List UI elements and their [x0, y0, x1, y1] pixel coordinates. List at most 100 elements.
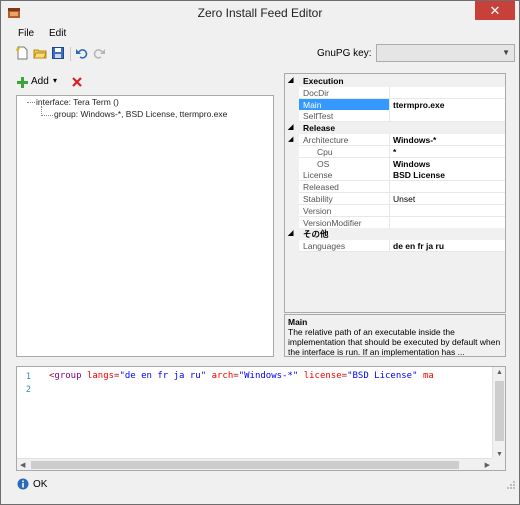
property-grid[interactable]: ◢ Execution DocDir Main ttermpro.exe SelfTest…: [284, 73, 506, 313]
collapse-icon: ◢: [285, 134, 299, 146]
property-name[interactable]: SelfTest: [299, 110, 389, 123]
collapse-icon[interactable]: ◢: [288, 122, 293, 134]
property-row[interactable]: OS Windows: [285, 157, 505, 170]
property-name[interactable]: Released: [299, 181, 389, 194]
property-name[interactable]: Version: [299, 204, 389, 217]
property-value[interactable]: [389, 216, 505, 229]
row-gutter: [285, 240, 299, 253]
tree-node-interface[interactable]: interface: Tera Term (): [36, 97, 119, 107]
redo-icon[interactable]: [92, 46, 106, 60]
tree-node-group[interactable]: group: Windows-*, BSD License, ttermpro.…: [54, 109, 227, 119]
code-token: ma: [422, 371, 434, 381]
property-value[interactable]: [389, 86, 505, 99]
description-text: The relative path of an executable insid…: [288, 327, 501, 357]
status-text: OK: [33, 479, 48, 490]
property-name[interactable]: Cpu: [299, 145, 389, 158]
property-row[interactable]: SelfTest: [285, 110, 505, 123]
code-token: arch: [211, 371, 234, 381]
property-row[interactable]: Stability Unset: [285, 193, 505, 205]
open-folder-icon[interactable]: [33, 46, 47, 60]
save-icon[interactable]: [51, 46, 65, 60]
property-name[interactable]: Main: [299, 98, 389, 111]
row-gutter: [285, 98, 299, 111]
property-category[interactable]: ◢ その他: [285, 228, 505, 241]
property-name[interactable]: Stability: [299, 193, 389, 205]
row-gutter: [285, 216, 299, 229]
info-icon: [17, 478, 29, 490]
property-row[interactable]: License BSD License: [285, 169, 505, 182]
collapse-icon[interactable]: ◢: [288, 75, 293, 87]
property-value[interactable]: [389, 181, 505, 194]
line-number: 1: [25, 372, 31, 382]
property-row[interactable]: ◢ Architecture Windows-*: [285, 134, 505, 146]
property-category[interactable]: ◢ Execution: [285, 75, 505, 87]
undo-icon[interactable]: [75, 46, 89, 60]
gnupg-key-select[interactable]: ▼: [376, 44, 515, 62]
resize-grip-icon[interactable]: [506, 480, 516, 490]
row-gutter: [285, 193, 299, 205]
property-name[interactable]: OS: [299, 157, 389, 170]
tree-connector: [27, 102, 35, 103]
property-value[interactable]: Unset: [389, 193, 505, 205]
delete-icon[interactable]: [71, 76, 83, 88]
plus-icon: [17, 77, 28, 88]
collapse-icon[interactable]: ◢: [288, 228, 293, 240]
add-button[interactable]: Add ▾: [16, 75, 66, 91]
row-gutter: [285, 169, 299, 182]
row-gutter: [285, 145, 299, 158]
scroll-down-icon[interactable]: ▼: [496, 451, 503, 458]
scrollbar-thumb[interactable]: [495, 381, 504, 441]
vertical-scrollbar[interactable]: ▲ ▼: [492, 367, 505, 460]
row-gutter: [285, 181, 299, 194]
property-category[interactable]: ◢ Release: [285, 122, 505, 135]
scroll-up-icon[interactable]: ▲: [496, 369, 503, 376]
code-token: "Windows-*": [238, 371, 299, 381]
property-value[interactable]: Windows-*: [389, 134, 505, 146]
property-name[interactable]: Architecture: [299, 134, 389, 146]
add-button-label: Add: [31, 76, 49, 87]
property-value[interactable]: de en fr ja ru: [389, 240, 505, 253]
property-value[interactable]: [389, 110, 505, 123]
new-file-icon[interactable]: [15, 46, 29, 60]
menu-edit[interactable]: Edit: [49, 27, 66, 41]
property-name[interactable]: DocDir: [299, 86, 389, 99]
title-bar: Zero Install Feed Editor ✕: [1, 1, 519, 25]
toolbar-separator: [70, 47, 71, 61]
property-value[interactable]: ttermpro.exe: [389, 98, 505, 111]
scroll-right-icon[interactable]: ▶: [485, 461, 490, 469]
scrollbar-thumb[interactable]: [31, 461, 459, 469]
code-token: langs: [86, 371, 115, 381]
property-value[interactable]: BSD License: [389, 169, 505, 182]
property-value[interactable]: *: [389, 145, 505, 158]
description-title: Main: [288, 317, 308, 327]
menu-file[interactable]: File: [18, 27, 34, 41]
feed-tree[interactable]: interface: Tera Term () group: Windows-*…: [16, 95, 274, 357]
window-title: Zero Install Feed Editor: [197, 6, 323, 20]
code-token: license: [303, 371, 342, 381]
property-row[interactable]: Main ttermpro.exe: [285, 98, 505, 111]
property-row[interactable]: Version: [285, 204, 505, 217]
property-name[interactable]: VersionModifier: [299, 216, 389, 229]
code-token: "de en fr ja ru": [119, 371, 207, 381]
property-value[interactable]: Windows: [389, 157, 505, 170]
row-gutter: [285, 110, 299, 123]
property-row[interactable]: Languages de en fr ja ru: [285, 240, 505, 253]
category-label: その他: [303, 229, 329, 240]
property-row[interactable]: Cpu *: [285, 145, 505, 158]
horizontal-scrollbar[interactable]: ◀ ▶: [17, 458, 493, 470]
status-bar: OK: [1, 475, 519, 493]
close-button[interactable]: ✕: [475, 1, 515, 20]
property-value[interactable]: [389, 204, 505, 217]
gnupg-key-label: GnuPG key:: [317, 48, 372, 59]
property-name[interactable]: Languages: [299, 240, 389, 253]
property-row[interactable]: Released: [285, 181, 505, 194]
scroll-left-icon[interactable]: ◀: [20, 461, 25, 469]
row-gutter: [285, 157, 299, 170]
tree-connector: [41, 115, 53, 116]
dropdown-arrow-icon: ▾: [53, 76, 58, 85]
property-row[interactable]: VersionModifier: [285, 216, 505, 229]
xml-editor[interactable]: 1 2 <group langs="de en fr ja ru" arch="…: [16, 366, 506, 471]
property-name[interactable]: License: [299, 169, 389, 182]
code-line[interactable]: <group langs="de en fr ja ru" arch="Wind…: [49, 371, 434, 381]
property-row[interactable]: DocDir: [285, 86, 505, 99]
